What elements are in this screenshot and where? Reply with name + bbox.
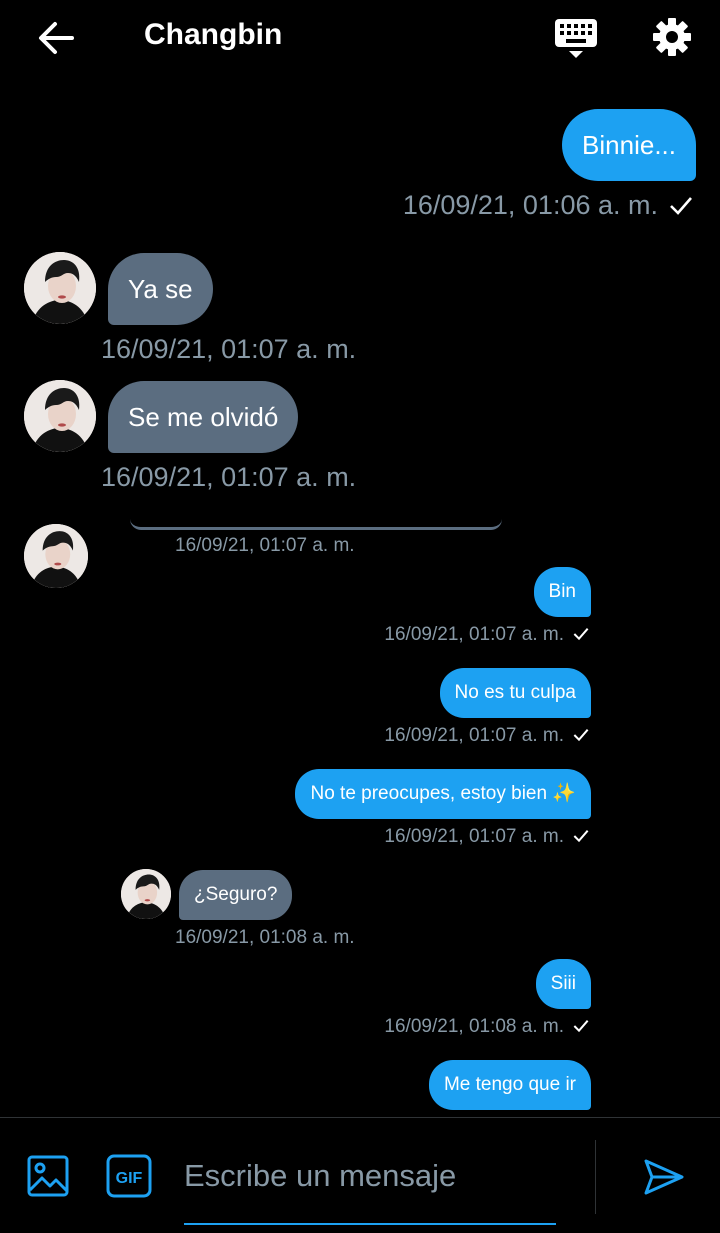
check-icon bbox=[573, 628, 589, 641]
image-icon bbox=[27, 1155, 69, 1197]
add-image-button[interactable] bbox=[26, 1154, 70, 1198]
check-icon bbox=[670, 197, 692, 215]
message-bubble-incoming[interactable]: ¿Seguro? bbox=[179, 870, 293, 920]
back-button[interactable] bbox=[36, 18, 76, 58]
avatar[interactable] bbox=[24, 252, 96, 324]
keyboard-button[interactable] bbox=[554, 18, 598, 60]
composer-separator bbox=[595, 1140, 596, 1214]
message-timestamp: 16/09/21, 01:07 a. m. bbox=[384, 725, 564, 746]
back-arrow-icon bbox=[39, 22, 74, 54]
send-button[interactable] bbox=[642, 1155, 686, 1199]
message-bubble-outgoing[interactable]: Bin bbox=[533, 567, 591, 617]
avatar[interactable] bbox=[121, 869, 171, 919]
message-timestamp: 16/09/21, 01:06 a. m. bbox=[402, 190, 658, 220]
gif-icon: GIF bbox=[106, 1154, 152, 1198]
message-timestamp: 16/09/21, 01:07 a. m. bbox=[384, 826, 564, 847]
settings-button[interactable] bbox=[652, 17, 692, 57]
check-icon bbox=[573, 830, 589, 843]
gear-icon bbox=[653, 18, 691, 56]
add-gif-button[interactable]: GIF bbox=[106, 1154, 152, 1198]
message-timestamp: 16/09/21, 01:08 a. m. bbox=[384, 1016, 564, 1037]
message-bubble-outgoing[interactable]: Me tengo que ir bbox=[428, 1060, 591, 1110]
avatar[interactable] bbox=[24, 524, 88, 588]
message-timestamp: 16/09/21, 01:07 a. m. bbox=[101, 462, 357, 492]
message-timestamp: 16/09/21, 01:07 a. m. bbox=[101, 334, 357, 364]
message-input-underline bbox=[184, 1223, 556, 1225]
svg-text:GIF: GIF bbox=[116, 1170, 143, 1187]
chat-title: Changbin bbox=[144, 18, 283, 51]
avatar[interactable] bbox=[24, 380, 96, 452]
check-icon bbox=[573, 1020, 589, 1033]
message-bubble-incoming[interactable] bbox=[130, 519, 502, 530]
message-bubble-incoming[interactable]: Se me olvidó bbox=[108, 381, 299, 453]
message-bubble-outgoing[interactable]: No te preocupes, estoy bien ✨ bbox=[295, 769, 591, 819]
message-timestamp: 16/09/21, 01:07 a. m. bbox=[175, 535, 355, 556]
message-bubble-outgoing[interactable]: No es tu culpa bbox=[439, 668, 591, 718]
message-bubble-outgoing[interactable]: Binnie... bbox=[562, 109, 696, 181]
check-icon bbox=[573, 729, 589, 742]
message-timestamp: 16/09/21, 01:08 a. m. bbox=[175, 927, 355, 948]
send-icon bbox=[644, 1159, 684, 1195]
message-bubble-outgoing[interactable]: Siii bbox=[535, 959, 591, 1009]
message-timestamp: 16/09/21, 01:07 a. m. bbox=[384, 624, 564, 645]
message-input[interactable]: Escribe un mensaje bbox=[184, 1158, 456, 1194]
message-bubble-incoming[interactable]: Ya se bbox=[108, 253, 213, 325]
keyboard-icon bbox=[555, 19, 597, 58]
